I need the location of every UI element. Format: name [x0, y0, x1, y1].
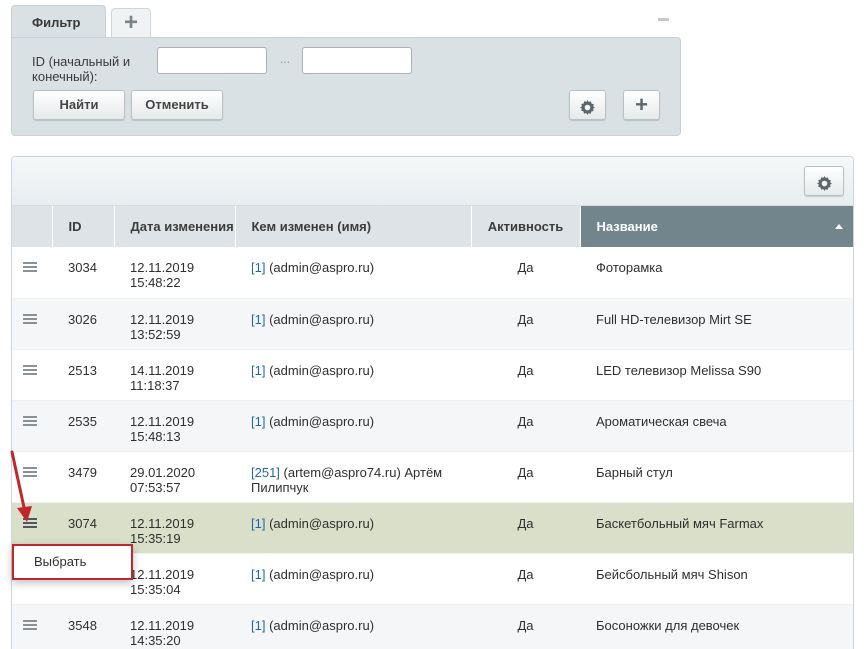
filter-settings-button[interactable]: [569, 90, 606, 120]
find-button[interactable]: Найти: [33, 90, 125, 120]
filter-panel: ID (начальный и конечный): ... Найти Отм…: [11, 37, 681, 136]
cell-modified-by: [1] (admin@aspro.ru): [235, 604, 471, 649]
table-row[interactable]: 3479 29.01.2020 07:53:57 [251] (artem@asp…: [12, 451, 853, 503]
table-row[interactable]: 12.11.2019 15:35:04 [1] (admin@aspro.ru) …: [12, 553, 853, 605]
cell-name: Барный стул: [580, 451, 853, 503]
cell-id: 3548: [52, 604, 114, 649]
user-link[interactable]: [1]: [251, 414, 265, 429]
cell-date: 14.11.2019 11:18:37: [114, 349, 235, 401]
row-menu-icon[interactable]: [23, 415, 37, 427]
cell-date: 12.11.2019 14:35:20: [114, 604, 235, 649]
cell-modified-by: [1] (admin@aspro.ru): [235, 247, 471, 299]
column-header-active[interactable]: Активность: [471, 206, 581, 247]
row-menu-icon[interactable]: [23, 262, 37, 273]
cell-id: 2513: [52, 349, 114, 401]
id-range-label: ID (начальный и конечный):: [32, 54, 131, 84]
gear-icon: [816, 175, 832, 191]
data-grid: ID Дата изменения Кем изменен (имя) Акти…: [11, 156, 854, 649]
user-link[interactable]: [1]: [251, 618, 265, 633]
plus-icon: +: [635, 92, 648, 117]
user-link[interactable]: [1]: [251, 312, 265, 327]
id-to-input[interactable]: [302, 47, 412, 74]
cell-modified-by: [251] (artem@aspro74.ru) Артём Пилипчук: [235, 451, 471, 503]
user-link[interactable]: [1]: [251, 260, 265, 275]
row-menu-icon[interactable]: [23, 313, 37, 325]
user-link[interactable]: [1]: [251, 516, 265, 531]
cell-active: Да: [471, 451, 580, 503]
tab-filter[interactable]: Фильтр: [11, 5, 106, 38]
column-header-modified-by[interactable]: Кем изменен (имя): [235, 206, 472, 247]
cell-id: 2535: [52, 400, 114, 452]
grid-header-row: ID Дата изменения Кем изменен (имя) Акти…: [12, 206, 853, 247]
user-link[interactable]: [1]: [251, 567, 265, 582]
cell-modified-by: [1] (admin@aspro.ru): [235, 298, 471, 350]
sort-ascending-icon: [834, 224, 843, 229]
cell-modified-by: [1] (admin@aspro.ru): [235, 349, 471, 401]
cell-id: 3034: [52, 247, 114, 299]
cell-name: Full HD-телевизор Mirt SE: [580, 298, 853, 350]
id-from-input[interactable]: [157, 47, 267, 74]
cell-name: Ароматическая свеча: [580, 400, 853, 452]
table-row[interactable]: 2513 14.11.2019 11:18:37 [1] (admin@aspro…: [12, 349, 853, 401]
cancel-button[interactable]: Отменить: [131, 90, 223, 120]
user-link[interactable]: [1]: [251, 363, 265, 378]
grid-toolbar: [12, 157, 853, 206]
table-row[interactable]: 3026 12.11.2019 13:52:59 [1] (admin@aspro…: [12, 298, 853, 350]
annotation-arrow-icon: [10, 450, 32, 522]
cell-modified-by: [1] (admin@aspro.ru): [235, 553, 471, 605]
cell-modified-by: [1] (admin@aspro.ru): [235, 400, 471, 452]
add-filter-tab-button[interactable]: +: [111, 8, 151, 38]
grid-table: ID Дата изменения Кем изменен (имя) Акти…: [12, 206, 853, 649]
column-header-name-label: Название: [596, 218, 658, 234]
cell-active: Да: [471, 553, 580, 605]
table-row[interactable]: 3548 12.11.2019 14:35:20 [1] (admin@aspro…: [12, 604, 853, 649]
cell-name: LED телевизор Melissa S90: [580, 349, 853, 401]
cell-name: Фоторамка: [580, 247, 853, 299]
cell-modified-by: [1] (admin@aspro.ru): [235, 502, 471, 554]
cell-date: 12.11.2019 15:48:13: [114, 400, 235, 452]
cell-name: Босоножки для девочек: [580, 604, 853, 649]
cell-active: Да: [471, 400, 580, 452]
cell-active: Да: [471, 349, 580, 401]
cell-date: 12.11.2019 13:52:59: [114, 298, 235, 350]
filter-tabs: Фильтр +: [11, 5, 681, 38]
cell-name: Баскетбольный мяч Farmax: [580, 502, 853, 554]
gear-icon: [580, 99, 595, 115]
column-header-actions: [12, 206, 53, 247]
cell-active: Да: [471, 298, 580, 350]
cell-date: 12.11.2019 15:48:22: [114, 247, 235, 299]
table-row-selected[interactable]: 3074 12.11.2019 15:35:19 [1] (admin@aspro…: [12, 502, 853, 554]
column-header-name[interactable]: Название: [580, 206, 853, 247]
cell-id: 3479: [52, 451, 114, 503]
cell-date: 29.01.2020 07:53:57: [114, 451, 235, 503]
table-row[interactable]: 2535 12.11.2019 15:48:13 [1] (admin@aspro…: [12, 400, 853, 452]
cell-active: Да: [471, 604, 580, 649]
menu-item-select[interactable]: Выбрать: [34, 554, 86, 569]
row-menu-icon[interactable]: [23, 364, 37, 376]
user-link[interactable]: [251]: [251, 465, 280, 480]
cell-name: Бейсбольный мяч Shison: [580, 553, 853, 605]
column-header-date[interactable]: Дата изменения: [114, 206, 236, 247]
minimize-icon[interactable]: [658, 18, 669, 21]
grid-settings-button[interactable]: [804, 166, 844, 196]
column-header-id[interactable]: ID: [52, 206, 115, 247]
cell-id: 3026: [52, 298, 114, 350]
cell-active: Да: [471, 247, 580, 299]
table-row[interactable]: 3034 12.11.2019 15:48:22 [1] (admin@aspro…: [12, 247, 853, 299]
range-separator: ...: [280, 52, 291, 66]
cell-active: Да: [471, 502, 580, 554]
row-menu-icon[interactable]: [23, 619, 37, 631]
add-filter-field-button[interactable]: +: [623, 90, 660, 120]
row-context-menu: Выбрать: [12, 544, 133, 580]
plus-icon: +: [123, 9, 138, 36]
